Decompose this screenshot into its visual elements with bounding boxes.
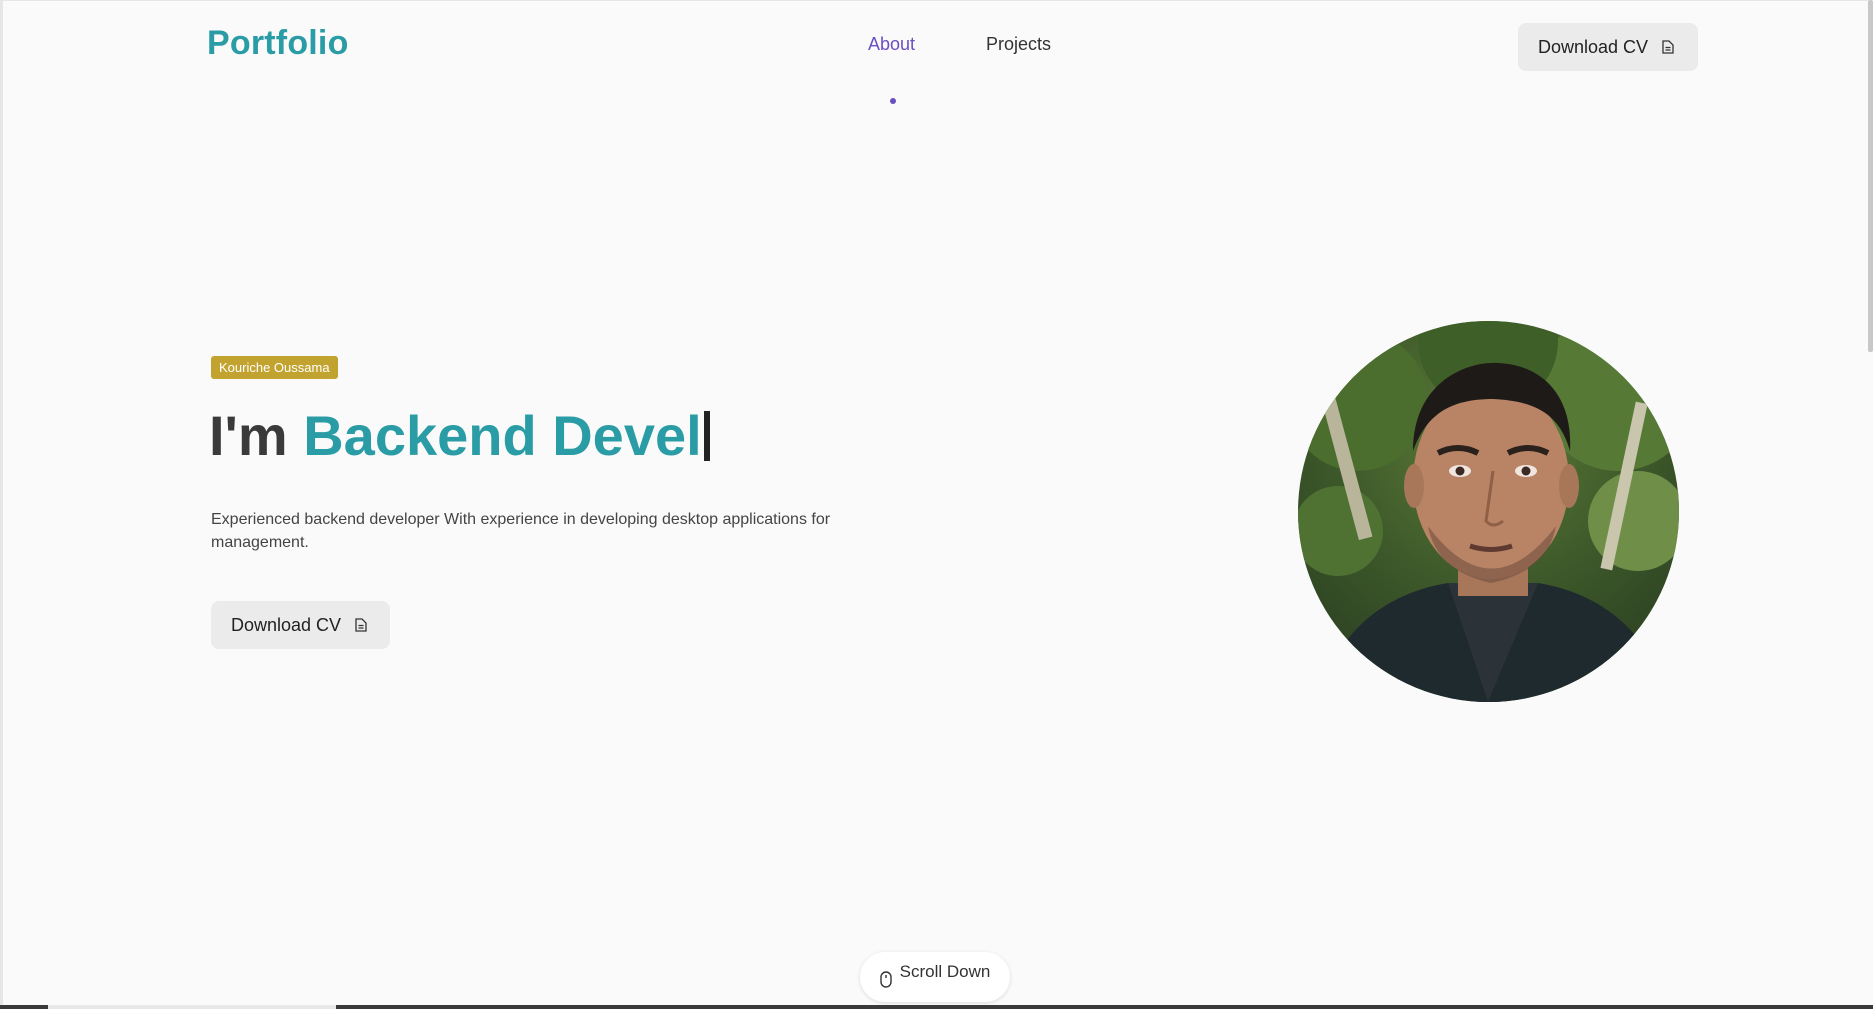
document-icon xyxy=(355,618,367,632)
scroll-down-button[interactable]: Scroll Down xyxy=(860,952,1010,1002)
hero-description: Experienced backend developer With exper… xyxy=(211,511,831,551)
headline-role: Backend Devel xyxy=(303,404,702,467)
horizontal-scrollbar[interactable] xyxy=(48,1005,336,1009)
download-cv-label: Download CV xyxy=(231,614,342,635)
nav-link-projects[interactable]: Projects xyxy=(986,34,1051,55)
nav-active-indicator xyxy=(890,98,896,104)
profile-photo xyxy=(1298,321,1679,702)
scroll-down-label: Scroll Down xyxy=(899,962,991,981)
hero-download-cv-button[interactable]: Download CV xyxy=(211,601,390,649)
hero-headline: I'm Backend Devel xyxy=(209,404,710,468)
mouse-icon xyxy=(879,970,892,988)
document-icon xyxy=(1662,40,1674,54)
site-logo[interactable]: Portfolio xyxy=(207,24,349,63)
download-cv-label: Download CV xyxy=(1538,36,1649,57)
profile-photo-illustration xyxy=(1298,321,1679,702)
nav-link-about[interactable]: About xyxy=(868,34,915,55)
header-download-cv-button[interactable]: Download CV xyxy=(1518,23,1698,71)
headline-prefix: I'm xyxy=(209,404,304,467)
typing-caret xyxy=(703,411,710,461)
name-badge: Kouriche Oussama xyxy=(211,356,338,379)
page-scrollbar[interactable] xyxy=(1868,0,1873,352)
